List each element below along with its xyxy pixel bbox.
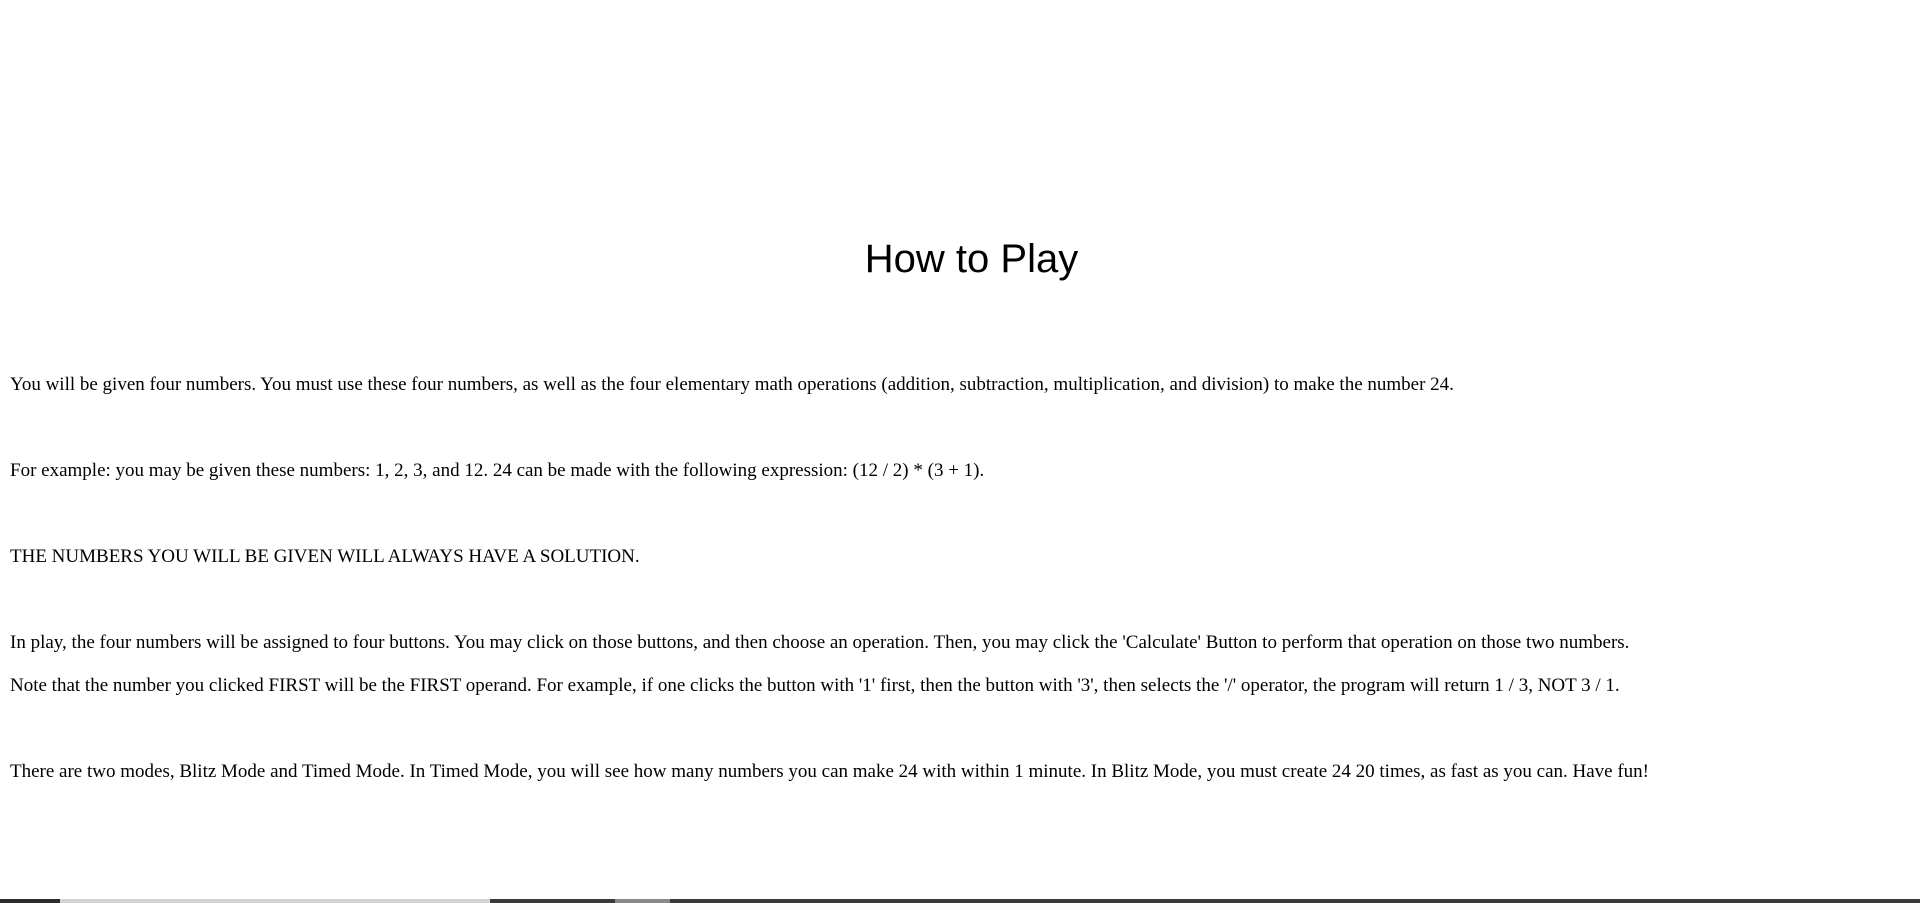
operand-order-paragraph: Note that the number you clicked FIRST w… — [10, 675, 1620, 696]
intro-paragraph: You will be given four numbers. You must… — [10, 374, 1454, 395]
bar-segment — [615, 899, 670, 903]
bar-segment — [490, 899, 615, 903]
play-instructions-paragraph: In play, the four numbers will be assign… — [10, 632, 1630, 653]
bottom-edge-bar — [0, 899, 1920, 903]
solution-note-paragraph: THE NUMBERS YOU WILL BE GIVEN WILL ALWAY… — [10, 546, 640, 567]
modes-paragraph: There are two modes, Blitz Mode and Time… — [10, 761, 1650, 782]
page-title: How to Play — [864, 237, 1079, 281]
bar-segment — [670, 899, 1920, 903]
how-to-play-page: How to Play You will be given four numbe… — [0, 0, 1920, 903]
example-paragraph: For example: you may be given these numb… — [10, 460, 985, 481]
bar-segment — [60, 899, 490, 903]
bar-segment — [0, 899, 60, 903]
